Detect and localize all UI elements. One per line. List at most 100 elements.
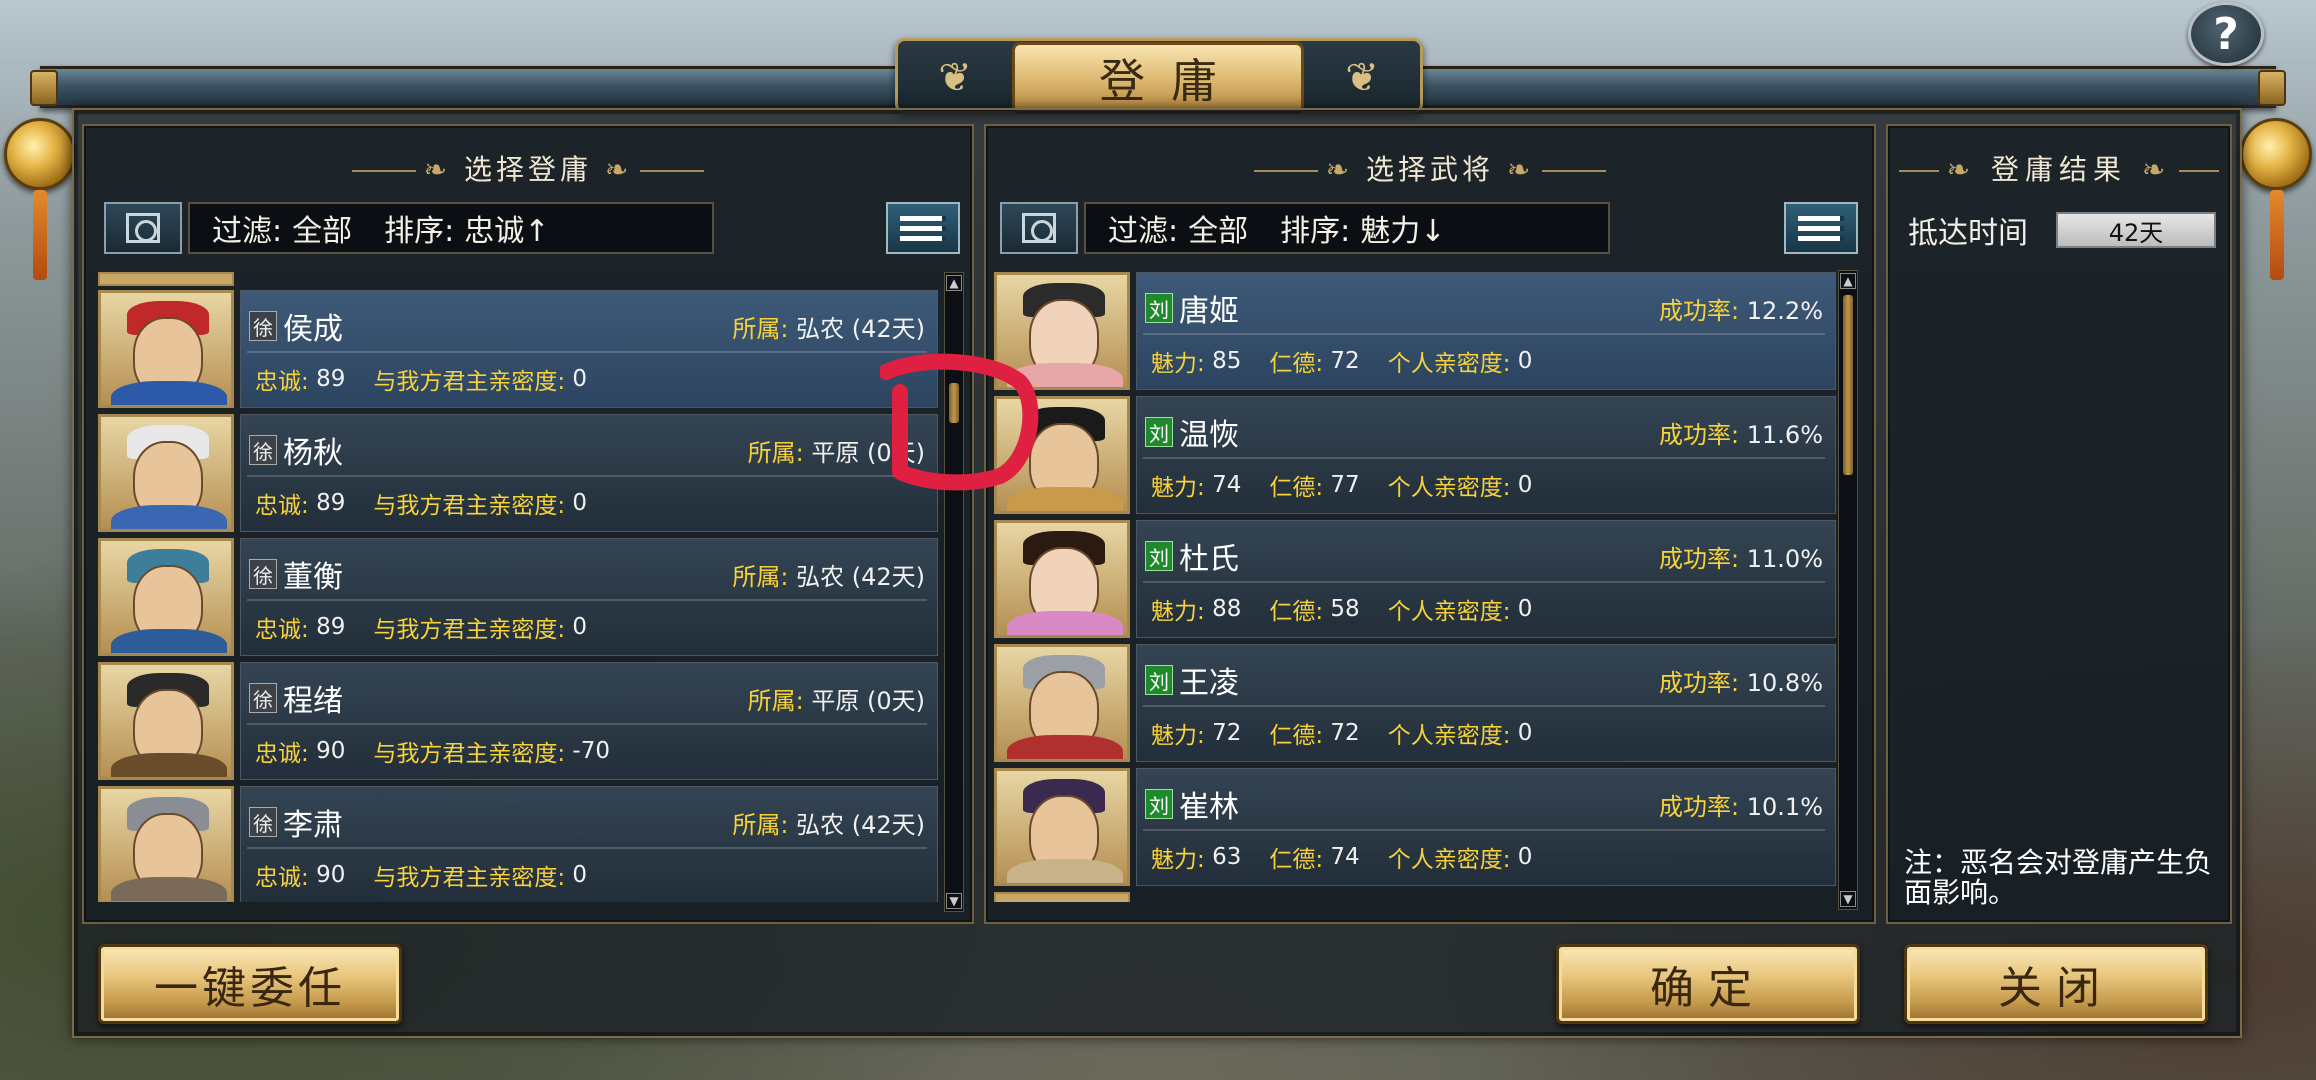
charm-value: 85 xyxy=(1212,348,1242,374)
intimacy-value: 0 xyxy=(1517,720,1533,746)
filter-button[interactable] xyxy=(104,202,182,254)
sort-label: 排序: xyxy=(1280,214,1351,249)
swirl-ornament-icon: ❦ xyxy=(1345,55,1379,101)
loyalty-value: 89 xyxy=(316,366,346,392)
affiliation-value: 弘农 (42天) xyxy=(796,810,925,839)
virtue-label: 仁德: xyxy=(1269,723,1324,749)
list-item[interactable]: 徐杨秋 所属: 平原 (0天) 忠诚: 89 与我方君主亲密度: 0 xyxy=(98,414,938,532)
notice-text: 注：恶名会对登庸产生负面影响。 xyxy=(1904,846,2213,909)
avatar xyxy=(994,768,1130,886)
success-rate-label: 成功率: xyxy=(1659,668,1740,697)
list-item[interactable]: 徐李肃 所属: 弘农 (42天) 忠诚: 90 与我方君主亲密度: 0 xyxy=(98,786,938,902)
list-item[interactable]: 徐董衡 所属: 弘农 (42天) 忠诚: 89 与我方君主亲密度: 0 xyxy=(98,538,938,656)
filter-sort-bar[interactable]: 过滤: 全部 排序: 忠诚↑ xyxy=(188,202,714,254)
general-name: 崔林 xyxy=(1179,790,1239,825)
scroll-down-icon[interactable]: ▼ xyxy=(1840,891,1856,907)
success-rate-value: 12.2% xyxy=(1746,296,1823,325)
virtue-value: 58 xyxy=(1330,596,1360,622)
charm-label: 魅力: xyxy=(1151,351,1205,377)
intimacy-label: 与我方君主亲密度: xyxy=(373,369,566,395)
ornament-knob-left xyxy=(4,118,76,190)
sort-label: 排序: xyxy=(384,214,455,249)
loyalty-label: 忠诚: xyxy=(255,741,309,767)
list-view-button[interactable] xyxy=(1784,202,1858,254)
avatar xyxy=(98,662,234,780)
scroll-thumb[interactable] xyxy=(1843,295,1853,475)
intimacy-value: -70 xyxy=(572,738,610,764)
avatar xyxy=(994,520,1130,638)
partial-row xyxy=(994,892,1130,902)
confirm-button[interactable]: 确定 xyxy=(1556,944,1860,1024)
loyalty-label: 忠诚: xyxy=(255,617,309,643)
success-rate-label: 成功率: xyxy=(1659,544,1740,573)
intimacy-value: 0 xyxy=(572,490,588,516)
general-name: 李肃 xyxy=(283,808,343,843)
avatar xyxy=(98,414,234,532)
filter-value: 全部 xyxy=(292,214,353,249)
intimacy-label: 与我方君主亲密度: xyxy=(373,493,566,519)
affiliation-value: 弘农 (42天) xyxy=(796,314,925,343)
affiliation-label: 所属: xyxy=(732,314,789,343)
intimacy-label: 与我方君主亲密度: xyxy=(373,617,566,643)
filter-button[interactable] xyxy=(1000,202,1078,254)
general-name: 董衡 xyxy=(283,560,343,595)
success-rate-value: 10.8% xyxy=(1746,668,1823,697)
faction-badge: 刘 xyxy=(1145,293,1173,323)
sort-value: 魅力↓ xyxy=(1360,214,1446,249)
list-scrollbar[interactable]: ▲ ▼ xyxy=(1838,270,1858,910)
list-item[interactable]: 刘温恢 成功率: 11.6% 魅力: 74 仁德: 77 个人亲密度: 0 xyxy=(994,396,1836,514)
filter-sort-bar[interactable]: 过滤: 全部 排序: 魅力↓ xyxy=(1084,202,1610,254)
charm-value: 88 xyxy=(1212,596,1242,622)
ornament-knob-right xyxy=(2240,118,2312,190)
intimacy-value: 0 xyxy=(1517,844,1533,870)
auto-delegate-button[interactable]: 一键委任 xyxy=(98,944,402,1024)
close-button[interactable]: 关闭 xyxy=(1904,944,2208,1024)
success-rate-label: 成功率: xyxy=(1659,296,1740,325)
arrival-time-value: 42天 xyxy=(2056,212,2216,248)
avatar xyxy=(98,786,234,902)
list-item[interactable]: 刘王凌 成功率: 10.8% 魅力: 72 仁德: 72 个人亲密度: 0 xyxy=(994,644,1836,762)
intimacy-label: 与我方君主亲密度: xyxy=(373,865,566,891)
rod-cap-left xyxy=(30,70,58,106)
intimacy-label: 个人亲密度: xyxy=(1387,351,1511,377)
virtue-label: 仁德: xyxy=(1269,847,1324,873)
virtue-value: 77 xyxy=(1330,472,1360,498)
avatar xyxy=(994,644,1130,762)
panel-header-label: 选择登庸 xyxy=(463,153,592,186)
scroll-down-icon[interactable]: ▼ xyxy=(946,893,962,909)
faction-badge: 刘 xyxy=(1145,417,1173,447)
success-rate-label: 成功率: xyxy=(1659,420,1740,449)
search-icon xyxy=(1022,213,1056,243)
faction-badge: 徐 xyxy=(249,807,277,837)
list-item[interactable]: 徐程绪 所属: 平原 (0天) 忠诚: 90 与我方君主亲密度: -70 xyxy=(98,662,938,780)
charm-label: 魅力: xyxy=(1151,723,1205,749)
general-list[interactable]: 刘唐姬 成功率: 12.2% 魅力: 85 仁德: 72 个人亲密度: 0 刘温恢 成功… xyxy=(994,272,1836,902)
swirl-ornament-icon: ❦ xyxy=(938,55,972,101)
filter-label: 过滤: xyxy=(1108,214,1179,249)
intimacy-label: 与我方君主亲密度: xyxy=(373,741,566,767)
faction-badge: 刘 xyxy=(1145,789,1173,819)
intimacy-value: 0 xyxy=(1517,472,1533,498)
list-item[interactable]: 刘杜氏 成功率: 11.0% 魅力: 88 仁德: 58 个人亲密度: 0 xyxy=(994,520,1836,638)
general-name: 温恢 xyxy=(1179,418,1239,453)
list-item[interactable]: 徐侯成 所属: 弘农 (42天) 忠诚: 89 与我方君主亲密度: 0 xyxy=(98,290,938,408)
list-item[interactable]: 刘崔林 成功率: 10.1% 魅力: 63 仁德: 74 个人亲密度: 0 xyxy=(994,768,1836,886)
charm-label: 魅力: xyxy=(1151,847,1205,873)
help-button[interactable]: ? xyxy=(2188,2,2264,66)
recruit-list[interactable]: 徐 侯成 所属: 弘农 (42天) 忠诚: 89 与我方君主亲密度: 0 徐杨秋 所属:… xyxy=(98,272,938,902)
loyalty-label: 忠诚: xyxy=(255,865,309,891)
tassel-right xyxy=(2270,190,2284,280)
charm-value: 74 xyxy=(1212,472,1242,498)
partial-row xyxy=(98,272,234,286)
arrival-time-label: 抵达时间 xyxy=(1908,216,2028,251)
faction-badge: 刘 xyxy=(1145,665,1173,695)
list-item[interactable]: 刘唐姬 成功率: 12.2% 魅力: 85 仁德: 72 个人亲密度: 0 xyxy=(994,272,1836,390)
tassel-left xyxy=(33,190,47,280)
general-name: 侯成 xyxy=(283,312,343,347)
avatar xyxy=(98,538,234,656)
scroll-up-icon[interactable]: ▲ xyxy=(946,275,962,291)
avatar xyxy=(98,290,234,408)
scroll-up-icon[interactable]: ▲ xyxy=(1840,273,1856,289)
list-view-button[interactable] xyxy=(886,202,960,254)
loyalty-value: 89 xyxy=(316,614,346,640)
